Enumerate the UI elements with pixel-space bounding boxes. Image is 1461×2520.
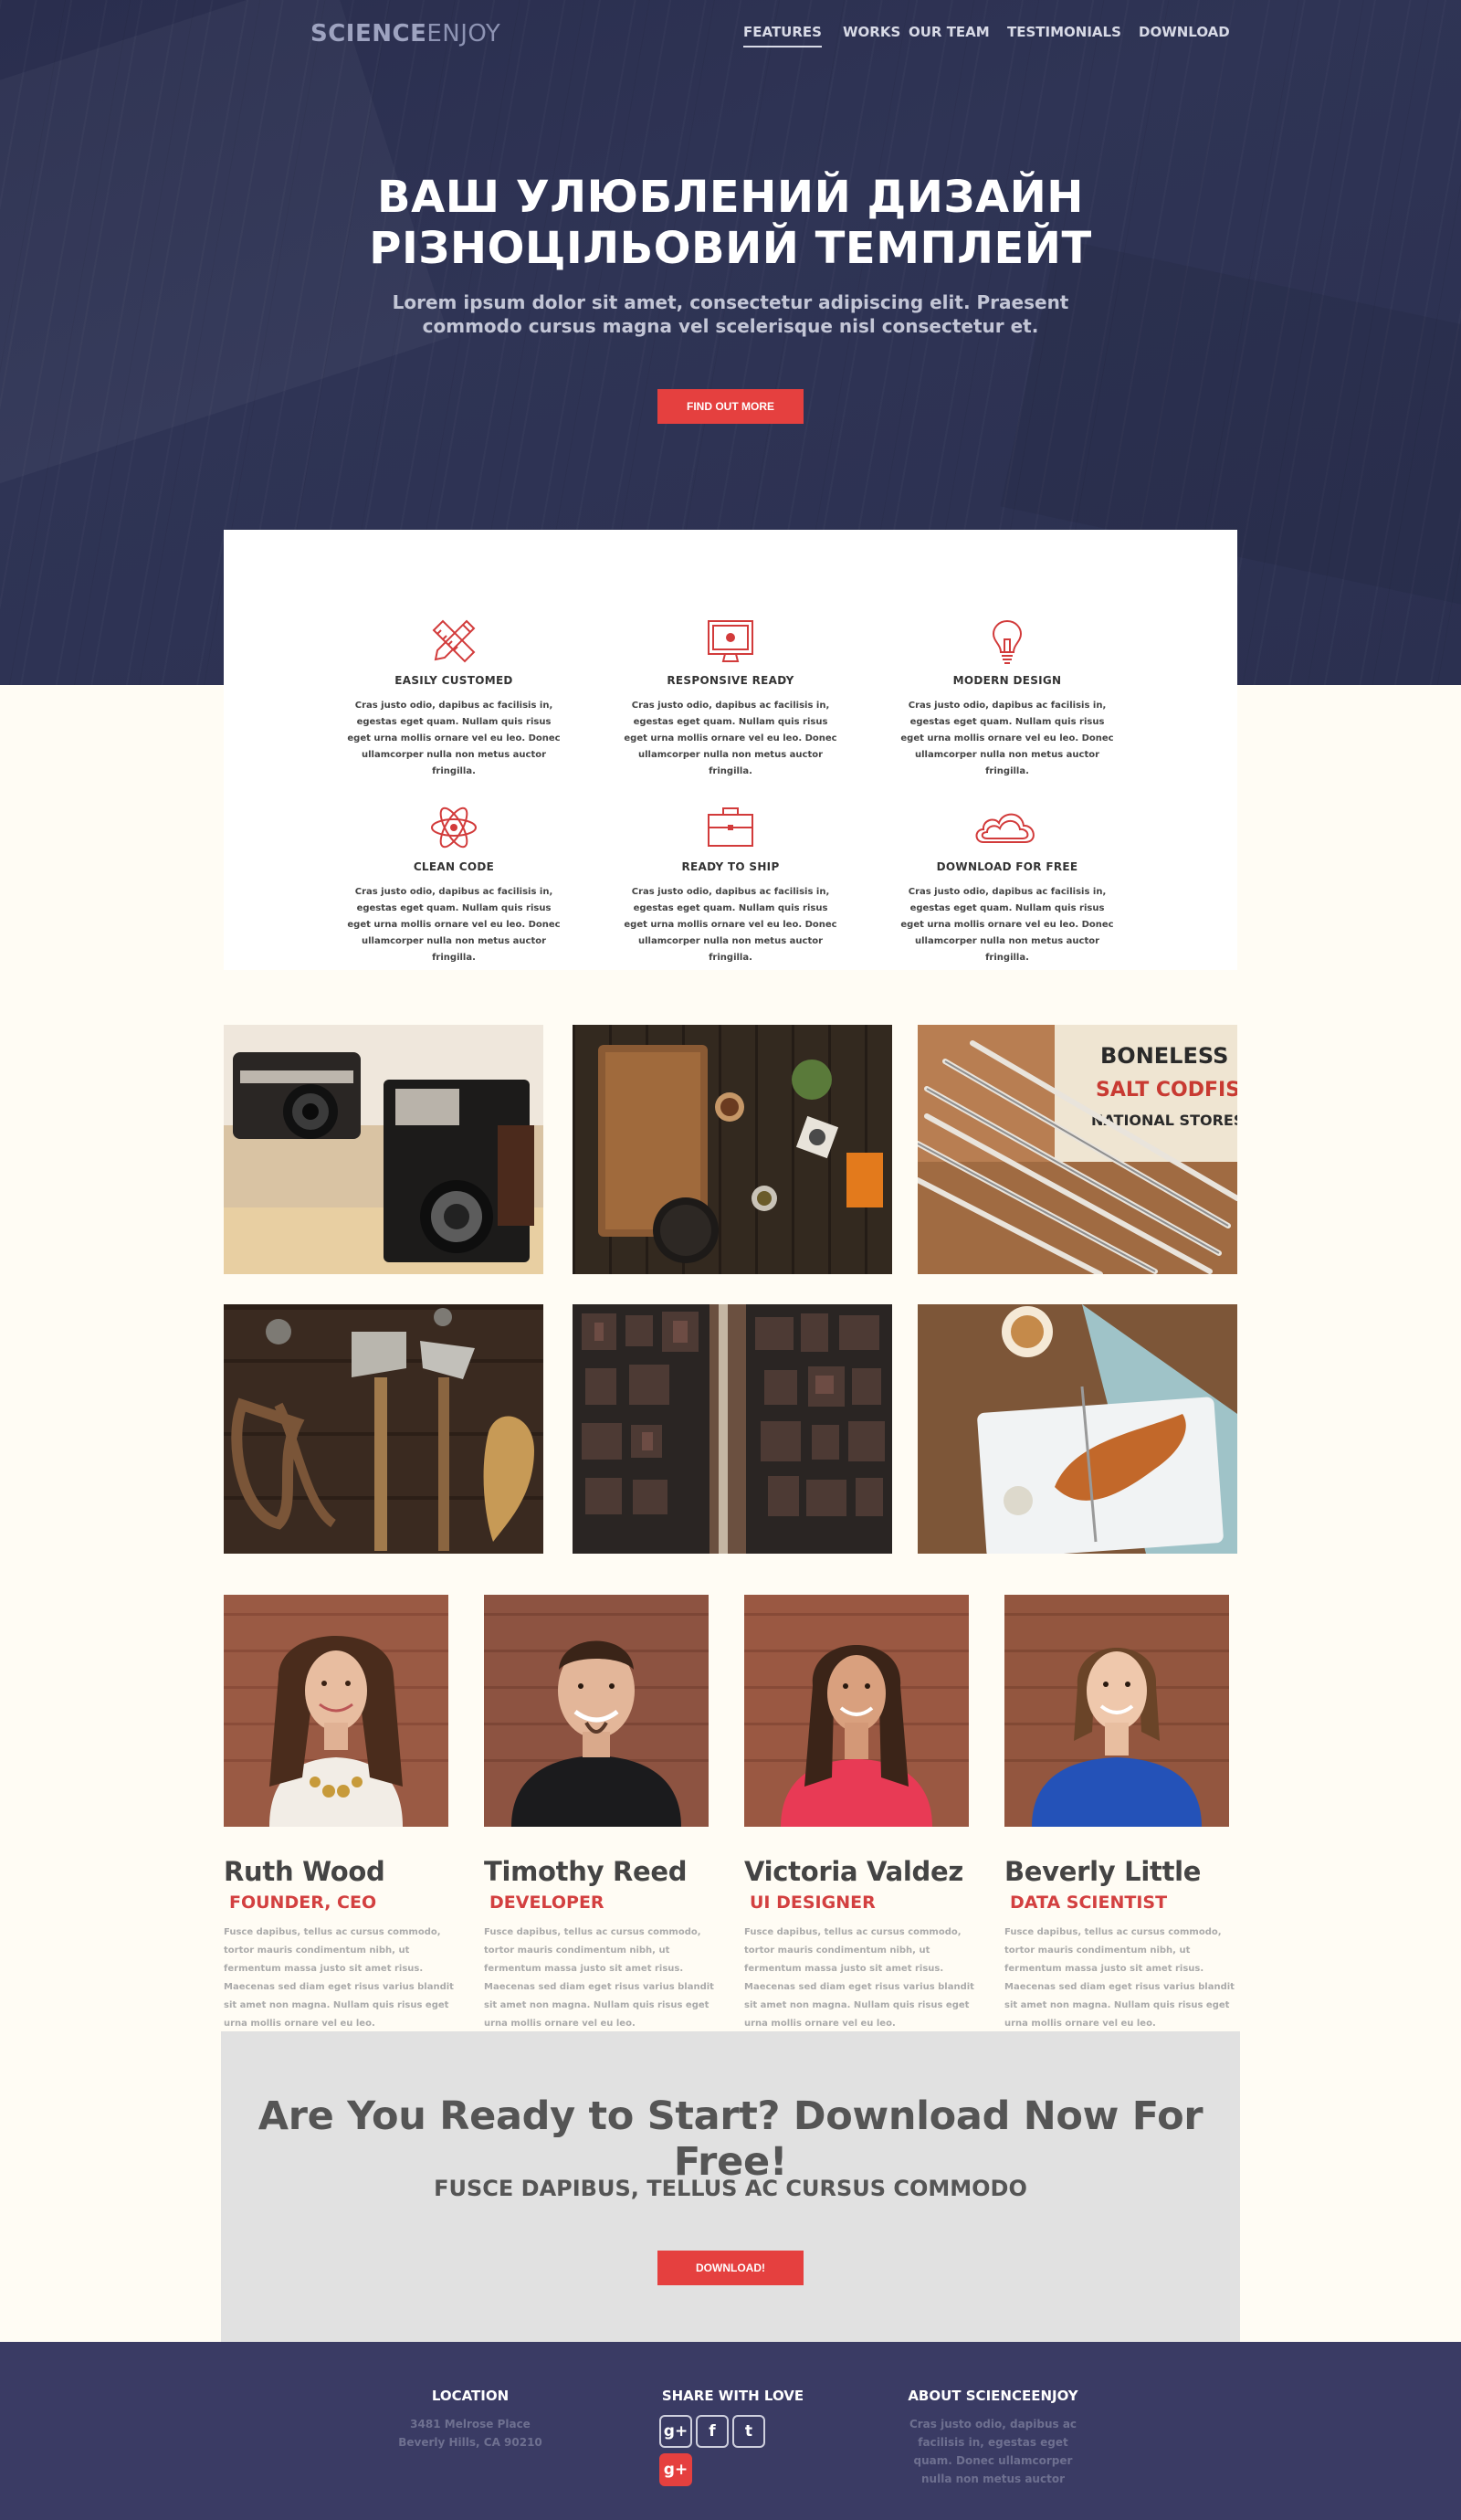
member-name: Beverly Little (1004, 1856, 1202, 1887)
nav-team[interactable]: OUR TEAM (909, 24, 990, 40)
feature-card: DOWNLOAD FOR FREE Cras justo odio, dapib… (898, 800, 1117, 966)
member-name: Timothy Reed (484, 1856, 688, 1887)
gallery-image-spices[interactable] (573, 1025, 892, 1274)
footer-heading: LOCATION (431, 2388, 510, 2404)
address-line: Beverly Hills, CA 90210 (398, 2436, 542, 2449)
gallery-image-cameras[interactable] (224, 1025, 543, 1274)
gallery-image-sign[interactable]: BONELESS SALT CODFISH NATIONAL STORES (918, 1025, 1237, 1274)
main-nav: FEATURES WORKS OUR TEAM TESTIMONIALS DOW… (0, 24, 1461, 51)
team-photo[interactable] (484, 1595, 709, 1827)
portrait-timothy (484, 1595, 709, 1827)
social-row: g+ f t (639, 2415, 826, 2448)
hero-title-line: РІЗНОЦІЛЬОВИЙ ТЕМПЛЕЙТ (369, 223, 1092, 274)
feature-title: CLEAN CODE (413, 860, 495, 873)
download-button[interactable]: DOWNLOAD! (657, 2251, 804, 2285)
member-role: DEVELOPER (489, 1893, 604, 1913)
team-photo[interactable] (1004, 1595, 1229, 1827)
feature-title: EASILY CUSTOMED (394, 674, 513, 687)
gallery-image-letterpress[interactable] (573, 1304, 892, 1554)
cta-subtitle: FUSCE DAPIBUS, TELLUS AC CURSUS COMMODO (434, 2176, 1027, 2201)
member-bio: Fusce dapibus, tellus ac cursus commodo,… (744, 1927, 974, 2029)
footer-heading: ABOUT SCIENCEENJOY (908, 2388, 1078, 2404)
gallery-image-tools[interactable] (224, 1304, 543, 1554)
facebook-icon[interactable]: f (696, 2415, 729, 2448)
footer-share: SHARE WITH LOVE g+ f t g+ (639, 2388, 826, 2486)
feature-card: RESPONSIVE READY Cras justo odio, dapibu… (621, 614, 840, 780)
member-role: FOUNDER, CEO (229, 1893, 377, 1913)
member-name: Victoria Valdez (744, 1856, 963, 1887)
address-line: 3481 Melrose Place (410, 2418, 531, 2430)
portrait-ruth (224, 1595, 448, 1827)
hero-subtitle-line: commodo cursus magna vel scelerisque nis… (422, 315, 1039, 337)
briefcase-icon (708, 807, 753, 847)
spices-photo (573, 1025, 892, 1274)
feature-title: MODERN DESIGN (952, 674, 1062, 687)
google-plus-icon[interactable]: g+ (659, 2415, 692, 2448)
portrait-beverly (1004, 1595, 1229, 1827)
feature-text: Cras justo odio, dapibus ac facilisis in… (624, 887, 837, 963)
lightbulb-icon (992, 619, 1023, 664)
team-photo[interactable] (744, 1595, 969, 1827)
footer: LOCATION 3481 Melrose Place Beverly Hill… (0, 2342, 1461, 2520)
member-bio: Fusce dapibus, tellus ac cursus commodo,… (484, 1927, 714, 2029)
feature-text: Cras justo odio, dapibus ac facilisis in… (900, 701, 1114, 776)
member-name: Ruth Wood (224, 1856, 385, 1887)
cameras-photo (224, 1025, 543, 1274)
nav-download[interactable]: DOWNLOAD (1139, 24, 1230, 40)
pencil-ruler-icon (432, 619, 476, 663)
sign-text: BONELESS (1100, 1043, 1228, 1069)
food-photo (918, 1304, 1237, 1554)
feature-card: EASILY CUSTOMED Cras justo odio, dapibus… (344, 614, 563, 780)
portrait-victoria (744, 1595, 969, 1827)
google-plus-icon[interactable]: g+ (659, 2453, 692, 2486)
hero-title: ВАШ УЛЮБЛЕНИЙ ДИЗАЙН РІЗНОЦІЛЬОВИЙ ТЕМПЛ… (0, 172, 1461, 274)
letterpress-photo (573, 1304, 892, 1554)
feature-text: Cras justo odio, dapibus ac facilisis in… (347, 701, 561, 776)
feature-text: Cras justo odio, dapibus ac facilisis in… (900, 887, 1114, 963)
team-member-card: Timothy Reed DEVELOPER Fusce dapibus, te… (484, 1595, 717, 2033)
footer-heading: SHARE WITH LOVE (661, 2388, 804, 2404)
cta-section: Are You Ready to Start? Download Now For… (221, 2031, 1240, 2342)
member-bio: Fusce dapibus, tellus ac cursus commodo,… (224, 1927, 454, 2029)
cta-title: Are You Ready to Start? Download Now For… (258, 2093, 1203, 2185)
nav-works[interactable]: WORKS (843, 24, 900, 40)
team-member-card: Ruth Wood FOUNDER, CEO Fusce dapibus, te… (224, 1595, 457, 2033)
about-text: nulla non metus auctor (921, 2473, 1065, 2485)
footer-location: LOCATION 3481 Melrose Place Beverly Hill… (379, 2388, 562, 2451)
about-text: quam. Donec ullamcorper (913, 2454, 1073, 2467)
feature-title: DOWNLOAD FOR FREE (936, 860, 1078, 873)
hero-subtitle: Lorem ipsum dolor sit amet, consectetur … (0, 290, 1461, 338)
sign-photo: BONELESS SALT CODFISH NATIONAL STORES (918, 1025, 1237, 1274)
find-out-more-button[interactable]: FIND OUT MORE (657, 389, 804, 424)
about-text: Cras justo odio, dapibus ac (909, 2418, 1077, 2430)
team-photo[interactable] (224, 1595, 448, 1827)
nav-features[interactable]: FEATURES (743, 24, 822, 47)
hero-subtitle-line: Lorem ipsum dolor sit amet, consectetur … (392, 291, 1069, 313)
cloud-icon (975, 813, 1035, 843)
atom-icon (431, 807, 477, 849)
about-text: facilisis in, egestas eget (918, 2436, 1068, 2449)
feature-title: READY TO SHIP (681, 860, 780, 873)
feature-text: Cras justo odio, dapibus ac facilisis in… (624, 701, 837, 776)
feature-text: Cras justo odio, dapibus ac facilisis in… (347, 887, 561, 963)
member-bio: Fusce dapibus, tellus ac cursus commodo,… (1004, 1927, 1235, 2029)
team-member-card: Beverly Little DATA SCIENTIST Fusce dapi… (1004, 1595, 1237, 2033)
team-member-card: Victoria Valdez UI DESIGNER Fusce dapibu… (744, 1595, 977, 2033)
nav-testimonials[interactable]: TESTIMONIALS (1007, 24, 1121, 40)
member-role: DATA SCIENTIST (1010, 1893, 1168, 1913)
hero-title-line: ВАШ УЛЮБЛЕНИЙ ДИЗАЙН (377, 172, 1084, 223)
tools-photo (224, 1304, 543, 1554)
member-role: UI DESIGNER (750, 1893, 876, 1913)
feature-card: MODERN DESIGN Cras justo odio, dapibus a… (898, 614, 1117, 780)
sign-text: SALT CODFISH (1096, 1079, 1237, 1102)
features-section: EASILY CUSTOMED Cras justo odio, dapibus… (224, 530, 1237, 970)
feature-card: CLEAN CODE Cras justo odio, dapibus ac f… (344, 800, 563, 966)
footer-about: ABOUT SCIENCEENJOY Cras justo odio, dapi… (899, 2388, 1087, 2488)
social-row: g+ (639, 2453, 826, 2486)
feature-title: RESPONSIVE READY (667, 674, 794, 687)
monitor-icon (708, 620, 753, 662)
feature-card: READY TO SHIP Cras justo odio, dapibus a… (621, 800, 840, 966)
gallery-image-food[interactable] (918, 1304, 1237, 1554)
twitter-icon[interactable]: t (732, 2415, 765, 2448)
